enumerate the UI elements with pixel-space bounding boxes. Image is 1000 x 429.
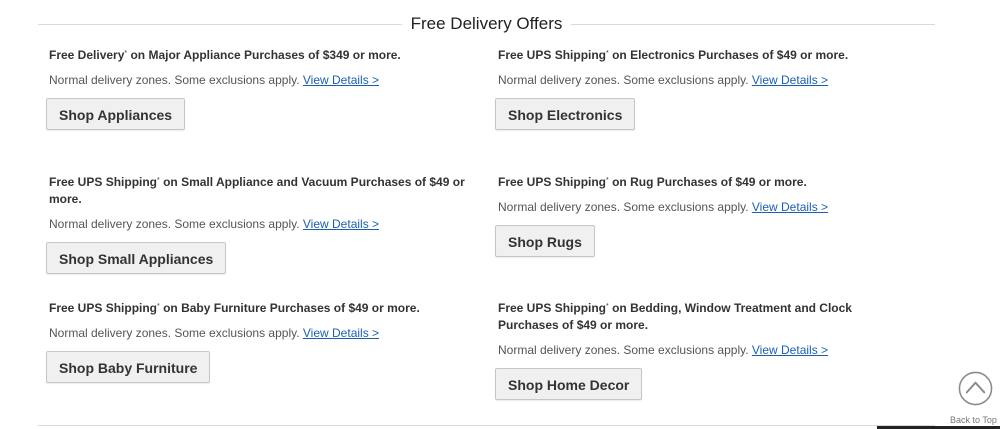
offer-headline-prefix: Free Delivery: [49, 48, 125, 62]
offer-headline-prefix: Free UPS Shipping: [49, 301, 158, 315]
offer-note-text: Normal delivery zones. Some exclusions a…: [498, 343, 752, 357]
view-details-link[interactable]: View Details >: [303, 217, 379, 231]
offer-headline-text: on Rug Purchases of $49 or more.: [608, 175, 807, 189]
offer-headline-prefix: Free UPS Shipping: [49, 175, 158, 189]
offer-headline: Free UPS Shipping* on Electronics Purcha…: [498, 47, 928, 64]
offer-headline: Free UPS Shipping* on Bedding, Window Tr…: [498, 300, 898, 334]
view-details-link[interactable]: View Details >: [752, 343, 828, 357]
offer-note-text: Normal delivery zones. Some exclusions a…: [49, 217, 303, 231]
offer-electronics: Free UPS Shipping* on Electronics Purcha…: [495, 47, 928, 130]
back-to-top-label: Back to Top: [950, 415, 997, 425]
offer-note: Normal delivery zones. Some exclusions a…: [49, 216, 479, 232]
shop-appliances-button[interactable]: Shop Appliances: [46, 98, 186, 130]
offer-headline-text: on Electronics Purchases of $49 or more.: [608, 48, 849, 62]
shop-rugs-button[interactable]: Shop Rugs: [495, 225, 595, 257]
offer-note-text: Normal delivery zones. Some exclusions a…: [49, 326, 303, 340]
offer-headline-text: on Major Appliance Purchases of $349 or …: [127, 48, 401, 62]
offer-note: Normal delivery zones. Some exclusions a…: [498, 342, 898, 358]
offer-headline: Free Delivery* on Major Appliance Purcha…: [49, 47, 479, 64]
offer-headline-prefix: Free UPS Shipping: [498, 48, 607, 62]
offer-note-text: Normal delivery zones. Some exclusions a…: [49, 73, 303, 87]
offer-note: Normal delivery zones. Some exclusions a…: [49, 72, 479, 88]
view-details-link[interactable]: View Details >: [752, 73, 828, 87]
offer-headline: Free UPS Shipping* on Small Appliance an…: [49, 174, 479, 208]
offer-home-decor: Free UPS Shipping* on Bedding, Window Tr…: [495, 300, 898, 400]
offer-note: Normal delivery zones. Some exclusions a…: [49, 325, 479, 341]
offer-appliances: Free Delivery* on Major Appliance Purcha…: [46, 47, 479, 130]
offer-headline: Free UPS Shipping* on Rug Purchases of $…: [498, 174, 928, 191]
section-header: Free Delivery Offers: [38, 12, 935, 36]
offer-note: Normal delivery zones. Some exclusions a…: [498, 72, 928, 88]
offer-rugs: Free UPS Shipping* on Rug Purchases of $…: [495, 174, 928, 257]
offer-baby-furniture: Free UPS Shipping* on Baby Furniture Pur…: [46, 300, 479, 383]
section-bottom-divider: [38, 425, 935, 426]
offer-headline-prefix: Free UPS Shipping: [498, 301, 607, 315]
offer-headline-prefix: Free UPS Shipping: [498, 175, 607, 189]
view-details-link[interactable]: View Details >: [303, 326, 379, 340]
view-details-link[interactable]: View Details >: [303, 73, 379, 87]
offer-headline-text: on Baby Furniture Purchases of $49 or mo…: [159, 301, 420, 315]
offer-note: Normal delivery zones. Some exclusions a…: [498, 199, 928, 215]
shop-small-appliances-button[interactable]: Shop Small Appliances: [46, 242, 227, 274]
shop-home-decor-button[interactable]: Shop Home Decor: [495, 368, 643, 400]
offer-note-text: Normal delivery zones. Some exclusions a…: [498, 200, 752, 214]
offer-small-appliances: Free UPS Shipping* on Small Appliance an…: [46, 174, 479, 274]
offer-note-text: Normal delivery zones. Some exclusions a…: [498, 73, 752, 87]
back-to-top-button[interactable]: Back to Top: [948, 370, 1000, 429]
shop-baby-furniture-button[interactable]: Shop Baby Furniture: [46, 351, 211, 383]
view-details-link[interactable]: View Details >: [752, 200, 828, 214]
chevron-up-circle-icon: [958, 371, 993, 406]
section-title: Free Delivery Offers: [401, 12, 572, 36]
shop-electronics-button[interactable]: Shop Electronics: [495, 98, 636, 130]
offer-headline: Free UPS Shipping* on Baby Furniture Pur…: [49, 300, 479, 317]
